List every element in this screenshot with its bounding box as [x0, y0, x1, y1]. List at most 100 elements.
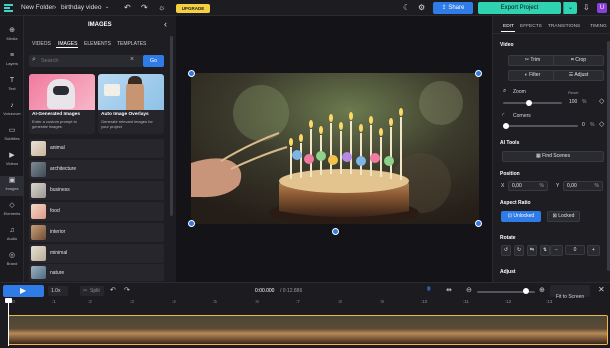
go-button[interactable]: Go — [143, 55, 164, 67]
zoom-in-icon[interactable]: ⊕ — [539, 286, 545, 294]
share-button[interactable]: ⇪ Share — [433, 2, 473, 14]
clear-search-icon[interactable]: × — [130, 56, 134, 63]
rotate-left-button[interactable]: ↺ — [501, 245, 511, 256]
tab-edit[interactable]: EDIT — [503, 24, 514, 29]
position-x-input[interactable]: 0,00% — [508, 181, 548, 191]
zoom-out-icon[interactable]: ⊖ — [466, 286, 472, 294]
playhead-handle[interactable] — [5, 298, 12, 303]
upgrade-button[interactable]: UPGRADE — [176, 4, 210, 13]
flip-horizontal-button[interactable]: ⇆ — [527, 245, 537, 256]
export-project-button[interactable]: Export Project — [478, 2, 561, 14]
keyframe-diamond-icon[interactable]: ◇ — [599, 97, 604, 105]
clip-thumbnail — [249, 316, 279, 344]
time-ruler[interactable]: :0 :1 :2 :3 :4 :5 :6 :7 :8 :9 :10 :11 :1… — [0, 299, 610, 309]
play-button[interactable]: ▶ — [3, 285, 44, 297]
tab-transitions[interactable]: TRANSITIONS — [548, 24, 580, 29]
search-box[interactable]: ⌕ × — [29, 55, 144, 67]
tab-timing[interactable]: TIMING — [590, 24, 607, 29]
rotate-right-button[interactable]: ↻ — [514, 245, 524, 256]
redo-icon[interactable]: ↷ — [141, 3, 148, 12]
undo-icon[interactable]: ↶ — [124, 3, 131, 12]
rotate-decrement-button[interactable]: − — [550, 245, 563, 256]
nav-audio[interactable]: ♫ Audio — [0, 226, 24, 246]
keyframe-diamond-icon[interactable]: ◇ — [599, 120, 604, 128]
zoom-slider[interactable] — [503, 102, 562, 104]
rotate-input[interactable]: 0 — [565, 245, 585, 255]
nav-subtitles[interactable]: ▭ Subtitles — [0, 126, 24, 146]
tab-elements[interactable]: ELEMENTS — [84, 41, 111, 47]
corners-slider[interactable] — [503, 125, 578, 127]
auto-image-overlays-card[interactable]: Auto Image Overlays Generate relevant im… — [98, 74, 164, 134]
zoom-reset[interactable]: Reset — [568, 90, 578, 95]
unlocked-button[interactable]: ⊡ Unlocked — [501, 211, 541, 222]
adjust-button[interactable]: ☰ Adjust — [553, 70, 604, 81]
resize-handle-bottom-left[interactable] — [188, 220, 195, 227]
category-minimal[interactable]: minimal — [29, 244, 164, 263]
app-logo[interactable] — [4, 4, 13, 12]
speed-selector[interactable]: 1.0x — [48, 286, 68, 296]
card-title: Auto Image Overlays — [101, 112, 149, 117]
category-business[interactable]: business — [29, 181, 164, 200]
category-animal[interactable]: animal — [29, 139, 164, 158]
gear-icon[interactable]: ⚙ — [418, 3, 425, 12]
collapse-panel-icon[interactable]: ‹ — [164, 19, 167, 29]
tab-videos[interactable]: VIDEOS — [32, 41, 51, 47]
timeline-zoom-knob[interactable] — [523, 288, 529, 294]
nav-text[interactable]: T Text — [0, 76, 24, 96]
playhead[interactable] — [8, 300, 9, 346]
video-track-clip[interactable] — [8, 315, 608, 345]
category-architecture[interactable]: architecture — [29, 160, 164, 179]
corners-value[interactable]: 0 — [582, 122, 585, 128]
ai-generated-images-card[interactable]: AI-Generated Images Enter a custom promp… — [29, 74, 95, 134]
undo-icon[interactable]: ↶ — [110, 286, 116, 294]
category-food[interactable]: food — [29, 202, 164, 221]
waveform-icon[interactable]: ⩩ — [427, 286, 431, 294]
find-scenes-button[interactable]: ▦ Find Scenes — [502, 151, 604, 162]
tab-templates[interactable]: TEMPLATES — [117, 41, 146, 47]
nav-voiceover[interactable]: ♪ Voiceover — [0, 101, 24, 121]
ruler-tick: :1 — [52, 299, 56, 304]
nav-images[interactable]: ▣ Images — [0, 176, 24, 196]
zoom-slider-knob[interactable] — [526, 100, 532, 106]
nav-media[interactable]: ⊕ Media — [0, 26, 24, 46]
clip-thumbnail — [549, 316, 579, 344]
locked-button[interactable]: ⊠ Locked — [547, 211, 580, 222]
trim-button[interactable]: ✂ Trim — [508, 55, 557, 66]
media-icon: ⊕ — [9, 27, 15, 34]
video-preview[interactable] — [191, 73, 479, 224]
rotate-increment-button[interactable]: + — [587, 245, 600, 256]
split-button[interactable]: ✂ Split — [80, 286, 104, 296]
avatar[interactable]: U — [597, 3, 607, 13]
panel-scrollbar[interactable] — [170, 36, 173, 216]
close-timeline-icon[interactable]: ✕ — [598, 285, 605, 294]
crop-button[interactable]: ⌗ Crop — [553, 55, 604, 66]
flip-vertical-button[interactable]: ⇅ — [540, 245, 550, 256]
chevron-down-icon[interactable]: ⌄ — [105, 4, 109, 10]
zoom-value[interactable]: 100 — [569, 99, 577, 105]
nav-elements[interactable]: ◇ Elements — [0, 201, 24, 221]
resize-handle-top-right[interactable] — [475, 70, 482, 77]
moon-icon[interactable]: ☾ — [403, 3, 410, 12]
rotate-handle[interactable] — [332, 228, 339, 235]
fit-to-screen-button[interactable]: Fit to Screen — [550, 285, 590, 300]
trim-label: Trim — [530, 57, 541, 63]
breadcrumb-folder[interactable]: New Folder — [21, 4, 54, 11]
export-options-chevron-icon[interactable]: ⌄ — [563, 2, 577, 14]
resize-handle-bottom-right[interactable] — [475, 220, 482, 227]
search-input[interactable] — [41, 56, 126, 66]
nav-layers[interactable]: ≡ Layers — [0, 51, 24, 71]
corners-slider-knob[interactable] — [503, 123, 509, 129]
download-icon[interactable]: ⇩ — [583, 3, 590, 12]
category-nature[interactable]: nature — [29, 264, 164, 281]
lightbulb-icon[interactable]: ☼ — [158, 3, 165, 12]
nav-brand[interactable]: ◎ Brand — [0, 251, 24, 271]
fit-width-icon[interactable]: ⇹ — [446, 286, 452, 294]
tab-effects[interactable]: EFFECTS — [520, 24, 542, 29]
position-y-input[interactable]: 0,00% — [563, 181, 603, 191]
redo-icon[interactable]: ↷ — [124, 286, 130, 294]
resize-handle-top-left[interactable] — [188, 70, 195, 77]
project-name[interactable]: birthday video — [61, 4, 101, 11]
category-interior[interactable]: interior — [29, 223, 164, 242]
nav-videos[interactable]: ▶ Videos — [0, 151, 24, 171]
filter-button[interactable]: ◐ Filter — [508, 70, 557, 81]
